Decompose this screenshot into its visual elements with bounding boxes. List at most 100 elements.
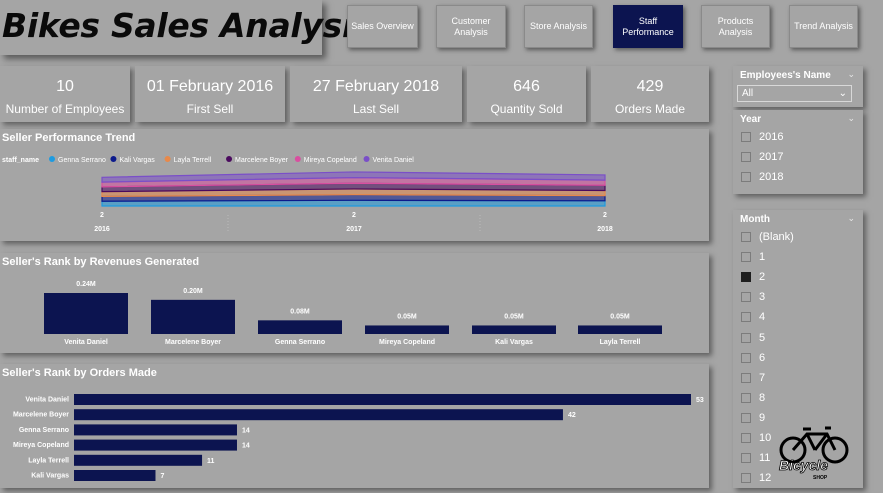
option-label: 7 xyxy=(759,371,766,384)
orders-category-label-layla-terrell: Layla Terrell xyxy=(28,457,69,464)
option-label: 3 xyxy=(759,291,766,304)
option-label: 4 xyxy=(759,311,766,324)
revenue-category-label-kali-vargas: Kali Vargas xyxy=(495,339,533,346)
revenue-data-label-mireya-copeland: 0.05M xyxy=(397,313,417,320)
checkbox[interactable] xyxy=(741,392,751,403)
nav-trend-analysis-button[interactable]: Trend Analysis xyxy=(789,5,858,48)
month-option-2[interactable]: 2 xyxy=(741,270,765,284)
month-option-10[interactable]: 10 xyxy=(741,431,771,445)
orders-category-label-marcelene-boyer: Marcelene Boyer xyxy=(13,412,69,419)
year-option-2016[interactable]: 2016 xyxy=(741,130,783,144)
orders-data-label-kali-vargas: 7 xyxy=(160,473,164,480)
checkbox[interactable] xyxy=(741,312,751,323)
legend-label-marcelene-boyer: Marcelene Boyer xyxy=(235,157,289,164)
legend-marker-layla-terrell xyxy=(164,156,171,162)
revenue-data-label-genna-serrano: 0.08M xyxy=(290,308,310,315)
legend-label-venita-daniel: Venita Daniel xyxy=(373,157,415,164)
orders-data-label-genna-serrano: 14 xyxy=(242,427,250,434)
nav-customer-analysis-button[interactable]: Customer Analysis xyxy=(436,5,506,48)
checkbox[interactable] xyxy=(741,332,751,343)
kpi-value: 646 xyxy=(513,78,540,95)
month-option-1[interactable]: 1 xyxy=(741,250,765,264)
revenue-bar-chart: 0.24M Venita Daniel 0.20M Marcelene Boyer 0.… xyxy=(44,281,662,346)
revenue-data-label-venita-daniel: 0.24M xyxy=(76,281,96,288)
point-label: 2 xyxy=(352,212,356,219)
orders-bar-marcelene-boyer xyxy=(74,409,563,421)
employee-dropdown[interactable]: All ⌄ xyxy=(737,85,852,102)
checkbox[interactable] xyxy=(741,453,751,464)
x-tick-label-2017: 2017 xyxy=(346,226,362,233)
month-option-11[interactable]: 11 xyxy=(741,451,770,465)
month-option-6[interactable]: 6 xyxy=(741,351,765,365)
month-option-4[interactable]: 4 xyxy=(741,310,765,324)
checkbox[interactable] xyxy=(741,252,751,263)
month-option-8[interactable]: 8 xyxy=(741,391,765,405)
orders-category-label-mireya-copeland: Mireya Copeland xyxy=(13,442,69,449)
kpi-label: Orders Made xyxy=(614,102,686,116)
legend-title: staff_name xyxy=(2,157,39,164)
chevron-down-icon[interactable]: ⌄ xyxy=(847,69,855,80)
option-label: 2018 xyxy=(759,171,784,183)
checkbox[interactable] xyxy=(741,232,751,242)
year-option-2017[interactable]: 2017 xyxy=(741,150,783,164)
kpi-value: 429 xyxy=(636,78,664,95)
kpi-employees-card: 10 Number of Employees xyxy=(0,66,130,122)
legend-marker-marcelene-boyer xyxy=(226,156,233,162)
month-slicer: Month ⌄ (Blank) 1 2 3 4 5 6 7 8 9 10 11 12 Bicycle S… xyxy=(733,210,863,488)
option-label: 11 xyxy=(759,452,771,465)
checkbox[interactable] xyxy=(741,372,751,383)
revenue-category-label-marcelene-boyer: Marcelene Boyer xyxy=(165,339,221,346)
nav-store-analysis-button[interactable]: Store Analysis xyxy=(524,5,593,48)
orders-category-label-venita-daniel: Venita Daniel xyxy=(25,397,69,404)
kpi-first-sell-card: 01 February 2016 First Sell xyxy=(135,66,285,122)
revenue-bar-layla-terrell xyxy=(578,325,662,334)
revenue-category-label-venita-daniel: Venita Daniel xyxy=(64,339,108,346)
x-tick-label-2018: 2018 xyxy=(597,226,613,233)
slicer-title: Month xyxy=(740,214,770,225)
checkbox[interactable] xyxy=(741,292,751,303)
checkbox[interactable] xyxy=(741,473,751,484)
employee-slicer: Employees's Name ⌄ All ⌄ xyxy=(733,66,863,107)
month-option-7[interactable]: 7 xyxy=(741,371,765,385)
month-option-9[interactable]: 9 xyxy=(741,411,765,425)
checkbox[interactable] xyxy=(741,272,751,283)
month-option-12[interactable]: 12 xyxy=(741,471,771,485)
nav-sales-overview-button[interactable]: Sales Overview xyxy=(347,5,418,48)
orders-bar-kali-vargas xyxy=(74,470,156,481)
chevron-down-icon[interactable]: ⌄ xyxy=(847,113,855,124)
orders-bar-venita-daniel xyxy=(74,394,691,405)
revenue-data-label-kali-vargas: 0.05M xyxy=(504,313,524,320)
month-option-5[interactable]: 5 xyxy=(741,331,765,345)
logo-subtext: SHOP xyxy=(813,475,828,481)
x-tick-label-2016: 2016 xyxy=(94,226,110,233)
revenue-bar-marcelene-boyer xyxy=(151,299,235,334)
orders-data-label-layla-terrell: 11 xyxy=(207,458,215,465)
revenue-bar-venita-daniel xyxy=(44,293,128,334)
orders-bar-layla-terrell xyxy=(74,454,203,466)
checkbox[interactable] xyxy=(741,132,751,142)
option-label: 2 xyxy=(759,271,766,284)
orders-bar-chart: Venita Daniel 53 Marcelene Boyer 42 Genna Se… xyxy=(13,394,704,481)
seller-rank-orders-panel: Seller's Rank by Orders Made Venita Dani… xyxy=(0,364,709,488)
nav-staff-performance-button[interactable]: Staff Performance xyxy=(613,5,683,48)
checkbox[interactable] xyxy=(741,352,751,363)
checkbox[interactable] xyxy=(741,412,751,423)
nav-products-analysis-button[interactable]: Products Analysis xyxy=(701,5,770,48)
checkbox[interactable] xyxy=(741,433,751,443)
option-label: 9 xyxy=(759,411,766,424)
month-option-blank[interactable]: (Blank) xyxy=(741,230,794,244)
kpi-label: Last Sell xyxy=(352,102,400,116)
revenue-bar-genna-serrano xyxy=(258,320,342,334)
legend-label-kali-vargas: Kali Vargas xyxy=(119,157,155,164)
logo-text: Bicycle xyxy=(779,457,828,473)
month-option-3[interactable]: 3 xyxy=(741,290,765,304)
option-label: 6 xyxy=(759,351,766,364)
chevron-down-icon[interactable]: ⌄ xyxy=(847,213,855,224)
checkbox[interactable] xyxy=(741,172,751,182)
dropdown-value: All xyxy=(742,88,754,99)
kpi-quantity-sold-card: 646 Quantity Sold xyxy=(467,66,586,122)
year-slicer: Year ⌄ 2016 2017 2018 xyxy=(733,110,863,194)
year-option-2018[interactable]: 2018 xyxy=(741,170,783,184)
checkbox[interactable] xyxy=(741,152,751,162)
slicer-title: Employees's Name xyxy=(740,70,831,81)
